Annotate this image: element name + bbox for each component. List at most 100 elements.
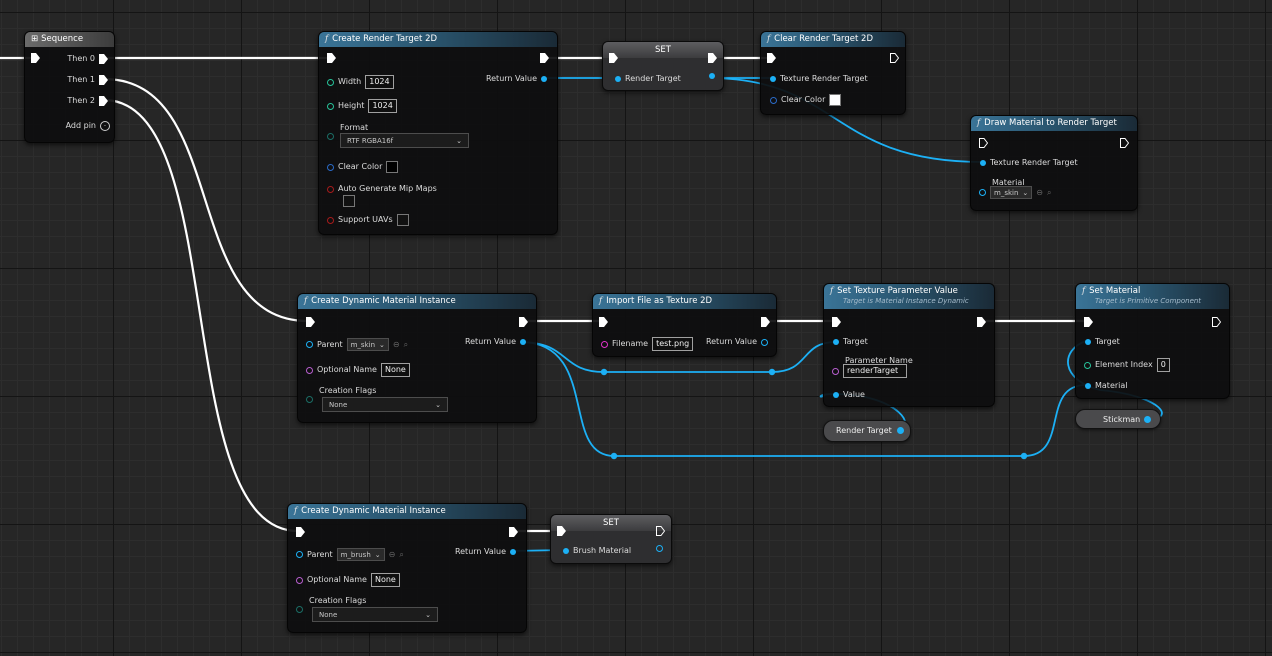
import-exec-in[interactable] (599, 317, 608, 327)
optional-name-input[interactable]: None (380, 363, 410, 377)
sequence-add-pin-button[interactable]: Add pin · (66, 120, 110, 132)
clear-render-target-node[interactable]: f Clear Render Target 2D Texture Render T… (760, 31, 906, 115)
create-dmi-header-2[interactable]: f Create Dynamic Material Instance (288, 504, 526, 519)
draw-material-header[interactable]: f Draw Material to Render Target (971, 116, 1137, 131)
create-rt-auto-mip-pin[interactable]: Auto Generate Mip Maps (327, 183, 437, 195)
set2-brush-material-pin[interactable]: Brush Material (563, 545, 631, 557)
parameter-name-input[interactable]: renderTarget (843, 364, 907, 378)
auto-mip-checkbox[interactable] (343, 195, 355, 207)
settex-exec-out[interactable] (977, 317, 986, 327)
browse-icon[interactable]: ⊖ (393, 339, 400, 351)
set1-render-target-pin[interactable]: Render Target (615, 73, 681, 85)
sequence-exec-in[interactable] (31, 53, 40, 63)
clear-color-swatch[interactable] (386, 161, 399, 173)
set2-output-pin[interactable] (656, 545, 663, 552)
set-texture-param-header[interactable]: f Set Texture Parameter Value Target is M… (824, 284, 994, 309)
cdmi1-exec-in[interactable] (306, 317, 315, 327)
create-rt-height-pin[interactable]: Height 1024 (327, 99, 397, 113)
settex-param-name-pin[interactable]: renderTarget (832, 364, 907, 378)
clear-rt-exec-in[interactable] (767, 53, 776, 63)
settex-target-pin[interactable]: Target (833, 336, 868, 348)
create-rt-format-pin[interactable] (327, 133, 334, 140)
parent-dropdown[interactable]: m_brush ⌄ (336, 548, 385, 561)
element-index-input[interactable]: 0 (1156, 358, 1170, 372)
import-file-node[interactable]: f Import File as Texture 2D Filename test… (592, 293, 777, 357)
create-rt-exec-in[interactable] (327, 53, 336, 63)
object-pin-icon[interactable] (897, 427, 904, 434)
draw-material-node[interactable]: f Draw Material to Render Target Texture … (970, 115, 1138, 211)
set-material-header[interactable]: f Set Material Target is Primitive Compon… (1076, 284, 1229, 309)
create-dmi-header-1[interactable]: f Create Dynamic Material Instance (298, 294, 536, 309)
draw-mat-exec-in[interactable] (979, 138, 988, 148)
create-rt-clear-color-pin[interactable]: Clear Color (327, 161, 399, 173)
draw-mat-texture-pin[interactable]: Texture Render Target (980, 157, 1078, 169)
cdmi1-optional-name-pin[interactable]: Optional Name None (306, 363, 410, 377)
stickman-variable[interactable]: Stickman (1075, 409, 1161, 429)
import-file-header[interactable]: f Import File as Texture 2D (593, 294, 776, 309)
set1-exec-in[interactable] (609, 53, 618, 63)
browse-icon[interactable]: ⊖ (1036, 187, 1043, 199)
cdmi1-exec-out[interactable] (519, 317, 528, 327)
cdmi2-parent-pin[interactable]: Parent m_brush ⌄ ⊖ ⌕ (296, 548, 404, 561)
cdmi2-creation-flags-pin[interactable] (296, 606, 303, 613)
settex-value-pin[interactable]: Value (833, 389, 865, 401)
clear-rt-texture-pin[interactable]: Texture Render Target (770, 73, 868, 85)
set-render-target-node[interactable]: SET Render Target (602, 41, 724, 91)
set2-exec-in[interactable] (557, 526, 566, 536)
sequence-then0-pin[interactable]: Then 0 (67, 53, 108, 65)
object-pin-icon[interactable] (1144, 416, 1151, 423)
clear-rt-clear-color-pin[interactable]: Clear Color (770, 94, 842, 106)
height-input[interactable]: 1024 (368, 99, 397, 113)
cdmi2-optional-name-pin[interactable]: Optional Name None (296, 573, 400, 587)
sequence-node[interactable]: ⊞ Sequence Then 0 Then 1 Then 2 Add pin · (24, 31, 115, 143)
creation-flags-dropdown[interactable]: None ⌄ (312, 607, 438, 622)
clear-color-swatch[interactable] (829, 94, 842, 106)
create-rt-return-pin[interactable]: Return Value (486, 73, 547, 85)
import-return-pin[interactable]: Return Value (706, 336, 768, 348)
filename-input[interactable]: test.png (652, 337, 694, 351)
set1-exec-out[interactable] (708, 53, 717, 63)
format-dropdown[interactable]: RTF RGBA16f ⌄ (340, 133, 469, 148)
sequence-then1-pin[interactable]: Then 1 (67, 74, 108, 86)
import-exec-out[interactable] (761, 317, 770, 327)
create-rt-exec-out[interactable] (540, 53, 549, 63)
setmat-exec-in[interactable] (1084, 317, 1093, 327)
search-icon[interactable]: ⌕ (1047, 187, 1051, 199)
create-render-target-header[interactable]: f Create Render Target 2D (319, 32, 557, 47)
cdmi1-return-pin[interactable]: Return Value (465, 336, 526, 348)
set2-exec-out[interactable] (656, 526, 665, 536)
create-dmi-node-2[interactable]: f Create Dynamic Material Instance Return… (287, 503, 527, 633)
cdmi2-exec-out[interactable] (509, 527, 518, 537)
create-render-target-node[interactable]: f Create Render Target 2D Return Value Wi… (318, 31, 558, 235)
parent-dropdown[interactable]: m_skin ⌄ (346, 338, 389, 351)
set-brush-material-node[interactable]: SET Brush Material (550, 514, 672, 564)
support-uavs-checkbox[interactable] (396, 214, 409, 226)
render-target-variable[interactable]: Render Target (823, 420, 911, 442)
creation-flags-dropdown[interactable]: None ⌄ (322, 397, 448, 412)
import-filename-pin[interactable]: Filename test.png (601, 337, 694, 351)
search-icon[interactable]: ⌕ (399, 549, 403, 561)
width-input[interactable]: 1024 (365, 75, 394, 89)
clear-rt-exec-out[interactable] (890, 53, 899, 63)
create-rt-width-pin[interactable]: Width 1024 (327, 75, 394, 89)
clear-render-target-header[interactable]: f Clear Render Target 2D (761, 32, 905, 47)
set-material-node[interactable]: f Set Material Target is Primitive Compon… (1075, 283, 1230, 399)
create-dmi-node-1[interactable]: f Create Dynamic Material Instance Return… (297, 293, 537, 423)
material-dropdown[interactable]: m_skin ⌄ (990, 186, 1033, 199)
setmat-target-pin[interactable]: Target (1085, 336, 1120, 348)
cdmi1-creation-flags-pin[interactable] (306, 396, 313, 403)
setmat-exec-out[interactable] (1212, 317, 1221, 327)
setmat-material-pin[interactable]: Material (1085, 380, 1128, 392)
draw-mat-exec-out[interactable] (1120, 138, 1129, 148)
cdmi2-return-pin[interactable]: Return Value (455, 546, 516, 558)
create-rt-support-uavs-pin[interactable]: Support UAVs (327, 214, 409, 226)
optional-name-input[interactable]: None (370, 573, 400, 587)
settex-exec-in[interactable] (832, 317, 841, 327)
set-texture-param-node[interactable]: f Set Texture Parameter Value Target is M… (823, 283, 995, 407)
sequence-header[interactable]: ⊞ Sequence (25, 32, 114, 47)
setmat-element-index-pin[interactable]: Element Index 0 (1084, 358, 1170, 372)
cdmi2-exec-in[interactable] (296, 527, 305, 537)
browse-icon[interactable]: ⊖ (389, 549, 396, 561)
draw-mat-material-pin[interactable]: m_skin ⌄ ⊖ ⌕ (979, 186, 1051, 199)
cdmi1-parent-pin[interactable]: Parent m_skin ⌄ ⊖ ⌕ (306, 338, 408, 351)
